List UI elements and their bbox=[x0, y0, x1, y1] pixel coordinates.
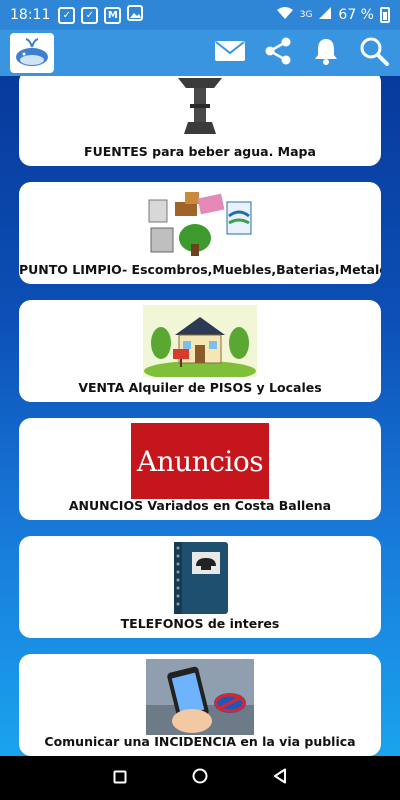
anuncios-logo-text: Anuncios bbox=[136, 444, 264, 478]
recycling-items-image bbox=[145, 186, 255, 258]
card-label: Comunicar una INCIDENCIA en la via publi… bbox=[44, 734, 356, 749]
notifications-button[interactable] bbox=[310, 37, 342, 69]
network-label: 3G bbox=[299, 10, 313, 20]
card-anuncios[interactable]: Anuncios ANUNCIOS Variados en Costa Ball… bbox=[19, 418, 381, 520]
back-icon bbox=[273, 768, 287, 788]
home-button[interactable] bbox=[188, 766, 212, 790]
mail-icon bbox=[214, 39, 246, 67]
recent-apps-button[interactable] bbox=[108, 766, 132, 790]
share-button[interactable] bbox=[262, 37, 294, 69]
status-time: 18:11 bbox=[10, 7, 51, 23]
card-label: FUENTES para beber agua. Mapa bbox=[84, 144, 316, 159]
home-icon bbox=[192, 768, 208, 788]
wifi-icon bbox=[276, 6, 294, 24]
share-icon bbox=[263, 36, 293, 70]
sv-icon: ✓ bbox=[81, 6, 99, 24]
card-label: PUNTO LIMPIO- Escombros,Muebles,Baterias… bbox=[19, 262, 381, 277]
water-fountain-image bbox=[174, 76, 226, 134]
card-incidencia[interactable]: Comunicar una INCIDENCIA en la via publi… bbox=[19, 654, 381, 756]
whale-logo[interactable] bbox=[10, 33, 54, 73]
card-venta[interactable]: VENTA Alquiler de PISOS y Locales bbox=[19, 300, 381, 402]
anuncios-logo-image: Anuncios bbox=[131, 423, 269, 499]
signal-icon bbox=[318, 6, 332, 24]
mail-button[interactable] bbox=[214, 37, 246, 69]
search-icon bbox=[359, 36, 389, 70]
search-button[interactable] bbox=[358, 37, 390, 69]
phone-photo-sign-image bbox=[146, 659, 254, 735]
house-for-sale-image bbox=[143, 305, 257, 377]
card-label: TELEFONOS de interes bbox=[120, 616, 280, 631]
battery-text: 67 % bbox=[338, 7, 374, 23]
phone-notebook-image bbox=[170, 540, 230, 616]
card-label: ANUNCIOS Variados en Costa Ballena bbox=[68, 498, 332, 513]
recent-apps-icon bbox=[113, 769, 127, 788]
card-fuentes[interactable]: FUENTES para beber agua. Mapa bbox=[19, 76, 381, 166]
card-label: VENTA Alquiler de PISOS y Locales bbox=[78, 380, 322, 395]
app-bar bbox=[0, 30, 400, 76]
system-nav-bar bbox=[0, 756, 400, 800]
sv-icon: ✓ bbox=[58, 6, 76, 24]
image-icon bbox=[127, 5, 144, 25]
status-bar: 18:11 ✓ ✓ M 3G 67 % bbox=[0, 0, 400, 30]
back-button[interactable] bbox=[268, 766, 292, 790]
content-list[interactable]: FUENTES para beber agua. Mapa PUNTO LIMP… bbox=[0, 76, 400, 756]
bell-icon bbox=[313, 37, 339, 69]
card-telefonos[interactable]: TELEFONOS de interes bbox=[19, 536, 381, 638]
card-punto-limpio[interactable]: PUNTO LIMPIO- Escombros,Muebles,Baterias… bbox=[19, 182, 381, 284]
battery-icon bbox=[380, 7, 390, 23]
mail-icon: M bbox=[104, 6, 122, 24]
